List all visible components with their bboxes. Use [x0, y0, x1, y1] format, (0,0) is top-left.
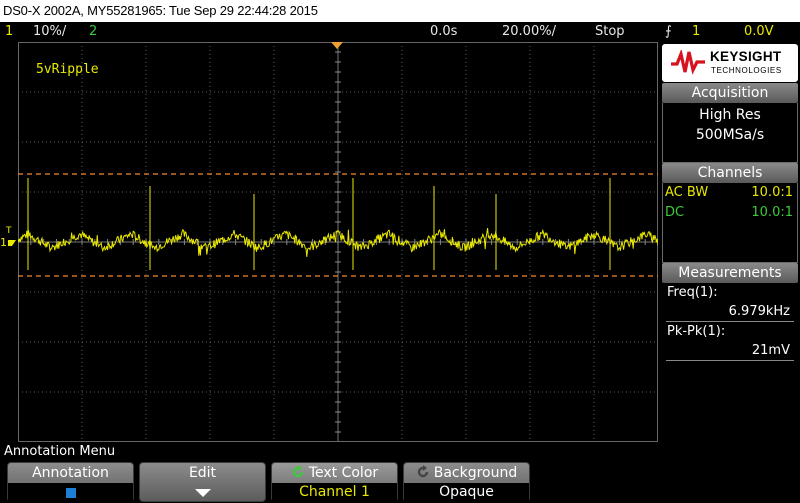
checkbox-icon	[65, 488, 76, 498]
measurements-info[interactable]: Freq(1): 6.979kHz Pk-Pk(1): 21mV	[662, 283, 798, 443]
keysight-logo: KEYSIGHT TECHNOLOGIES	[662, 44, 798, 82]
status-bar: 1 10%/ 2 0.0s 20.00%/ Stop ⨍ 1 0.0V	[0, 22, 800, 42]
channels-header[interactable]: Channels	[662, 163, 798, 183]
sample-rate: 500MSa/s	[695, 127, 765, 143]
channel1-probe: 10.0:1	[751, 185, 793, 200]
annotation-softkey[interactable]: Annotation	[7, 462, 134, 502]
ground-arrow-icon	[8, 240, 16, 246]
channel2-row: DC 10.0:1	[663, 203, 797, 223]
channel1-ground-marker[interactable]: T 1	[0, 224, 18, 254]
background-softkey[interactable]: Background Opaque	[403, 462, 530, 502]
edit-softkey[interactable]: Edit	[139, 462, 266, 502]
acquisition-info[interactable]: High Res 500MSa/s	[662, 103, 798, 163]
channel2-probe: 10.0:1	[751, 205, 793, 220]
annotation-softkey-label: Annotation	[32, 465, 109, 481]
meas-pkpk-label: Pk-Pk(1):	[667, 324, 726, 339]
annotation-label[interactable]: 5vRipple	[36, 62, 99, 77]
background-value: Opaque	[404, 483, 529, 502]
trigger-level[interactable]: 0.0V	[744, 22, 774, 42]
channel2-number[interactable]: 2	[89, 22, 97, 42]
run-state[interactable]: Stop	[595, 22, 625, 42]
rotate-knob-icon	[292, 465, 304, 478]
side-panel: KEYSIGHT TECHNOLOGIES Acquisition High R…	[660, 42, 800, 443]
trigger-level-marker: T	[6, 226, 12, 236]
time-scale[interactable]: 20.00%/	[502, 22, 556, 42]
text-color-value: Channel 1	[272, 483, 397, 502]
channels-info[interactable]: AC BW 10.0:1 DC 10.0:1	[662, 183, 798, 263]
menu-title: Annotation Menu	[4, 444, 116, 459]
meas-pkpk-value: 21mV	[751, 343, 790, 358]
channel1-trace	[18, 178, 658, 270]
trace-polyline	[18, 228, 658, 257]
acquisition-mode: High Res	[699, 107, 761, 123]
trigger-position-marker[interactable]	[331, 42, 343, 49]
channel1-row: AC BW 10.0:1	[663, 183, 797, 203]
channel1-coupling: AC BW	[665, 185, 709, 200]
down-arrow-icon	[194, 489, 211, 497]
text-color-label: Text Color	[308, 465, 379, 481]
logo-brand: KEYSIGHT	[710, 49, 782, 64]
meas-freq-value: 6.979kHz	[728, 304, 790, 319]
background-label: Background	[433, 465, 518, 481]
logo-subtitle: TECHNOLOGIES	[711, 66, 782, 75]
measurements-header[interactable]: Measurements	[662, 263, 798, 283]
trigger-source[interactable]: 1	[692, 22, 700, 42]
channel2-coupling: DC	[665, 205, 685, 220]
channel1-number[interactable]: 1	[5, 22, 13, 42]
edit-softkey-label: Edit	[188, 465, 217, 481]
channel1-marker-label: 1	[0, 236, 7, 249]
trigger-edge-icon: ⨍	[665, 24, 672, 39]
acquisition-header[interactable]: Acquisition	[662, 83, 798, 103]
window-title: DS0-X 2002A, MY55281965: Tue Sep 29 22:4…	[0, 0, 800, 22]
channel1-scale[interactable]: 10%/	[33, 22, 66, 42]
text-color-softkey[interactable]: Text Color Channel 1	[271, 462, 398, 502]
time-position[interactable]: 0.0s	[430, 22, 457, 42]
keysight-wave-icon	[671, 50, 705, 75]
meas-freq-label: Freq(1):	[667, 285, 718, 300]
rotate-knob-icon	[417, 465, 428, 478]
waveform-display[interactable]: 5vRipple	[18, 42, 658, 442]
